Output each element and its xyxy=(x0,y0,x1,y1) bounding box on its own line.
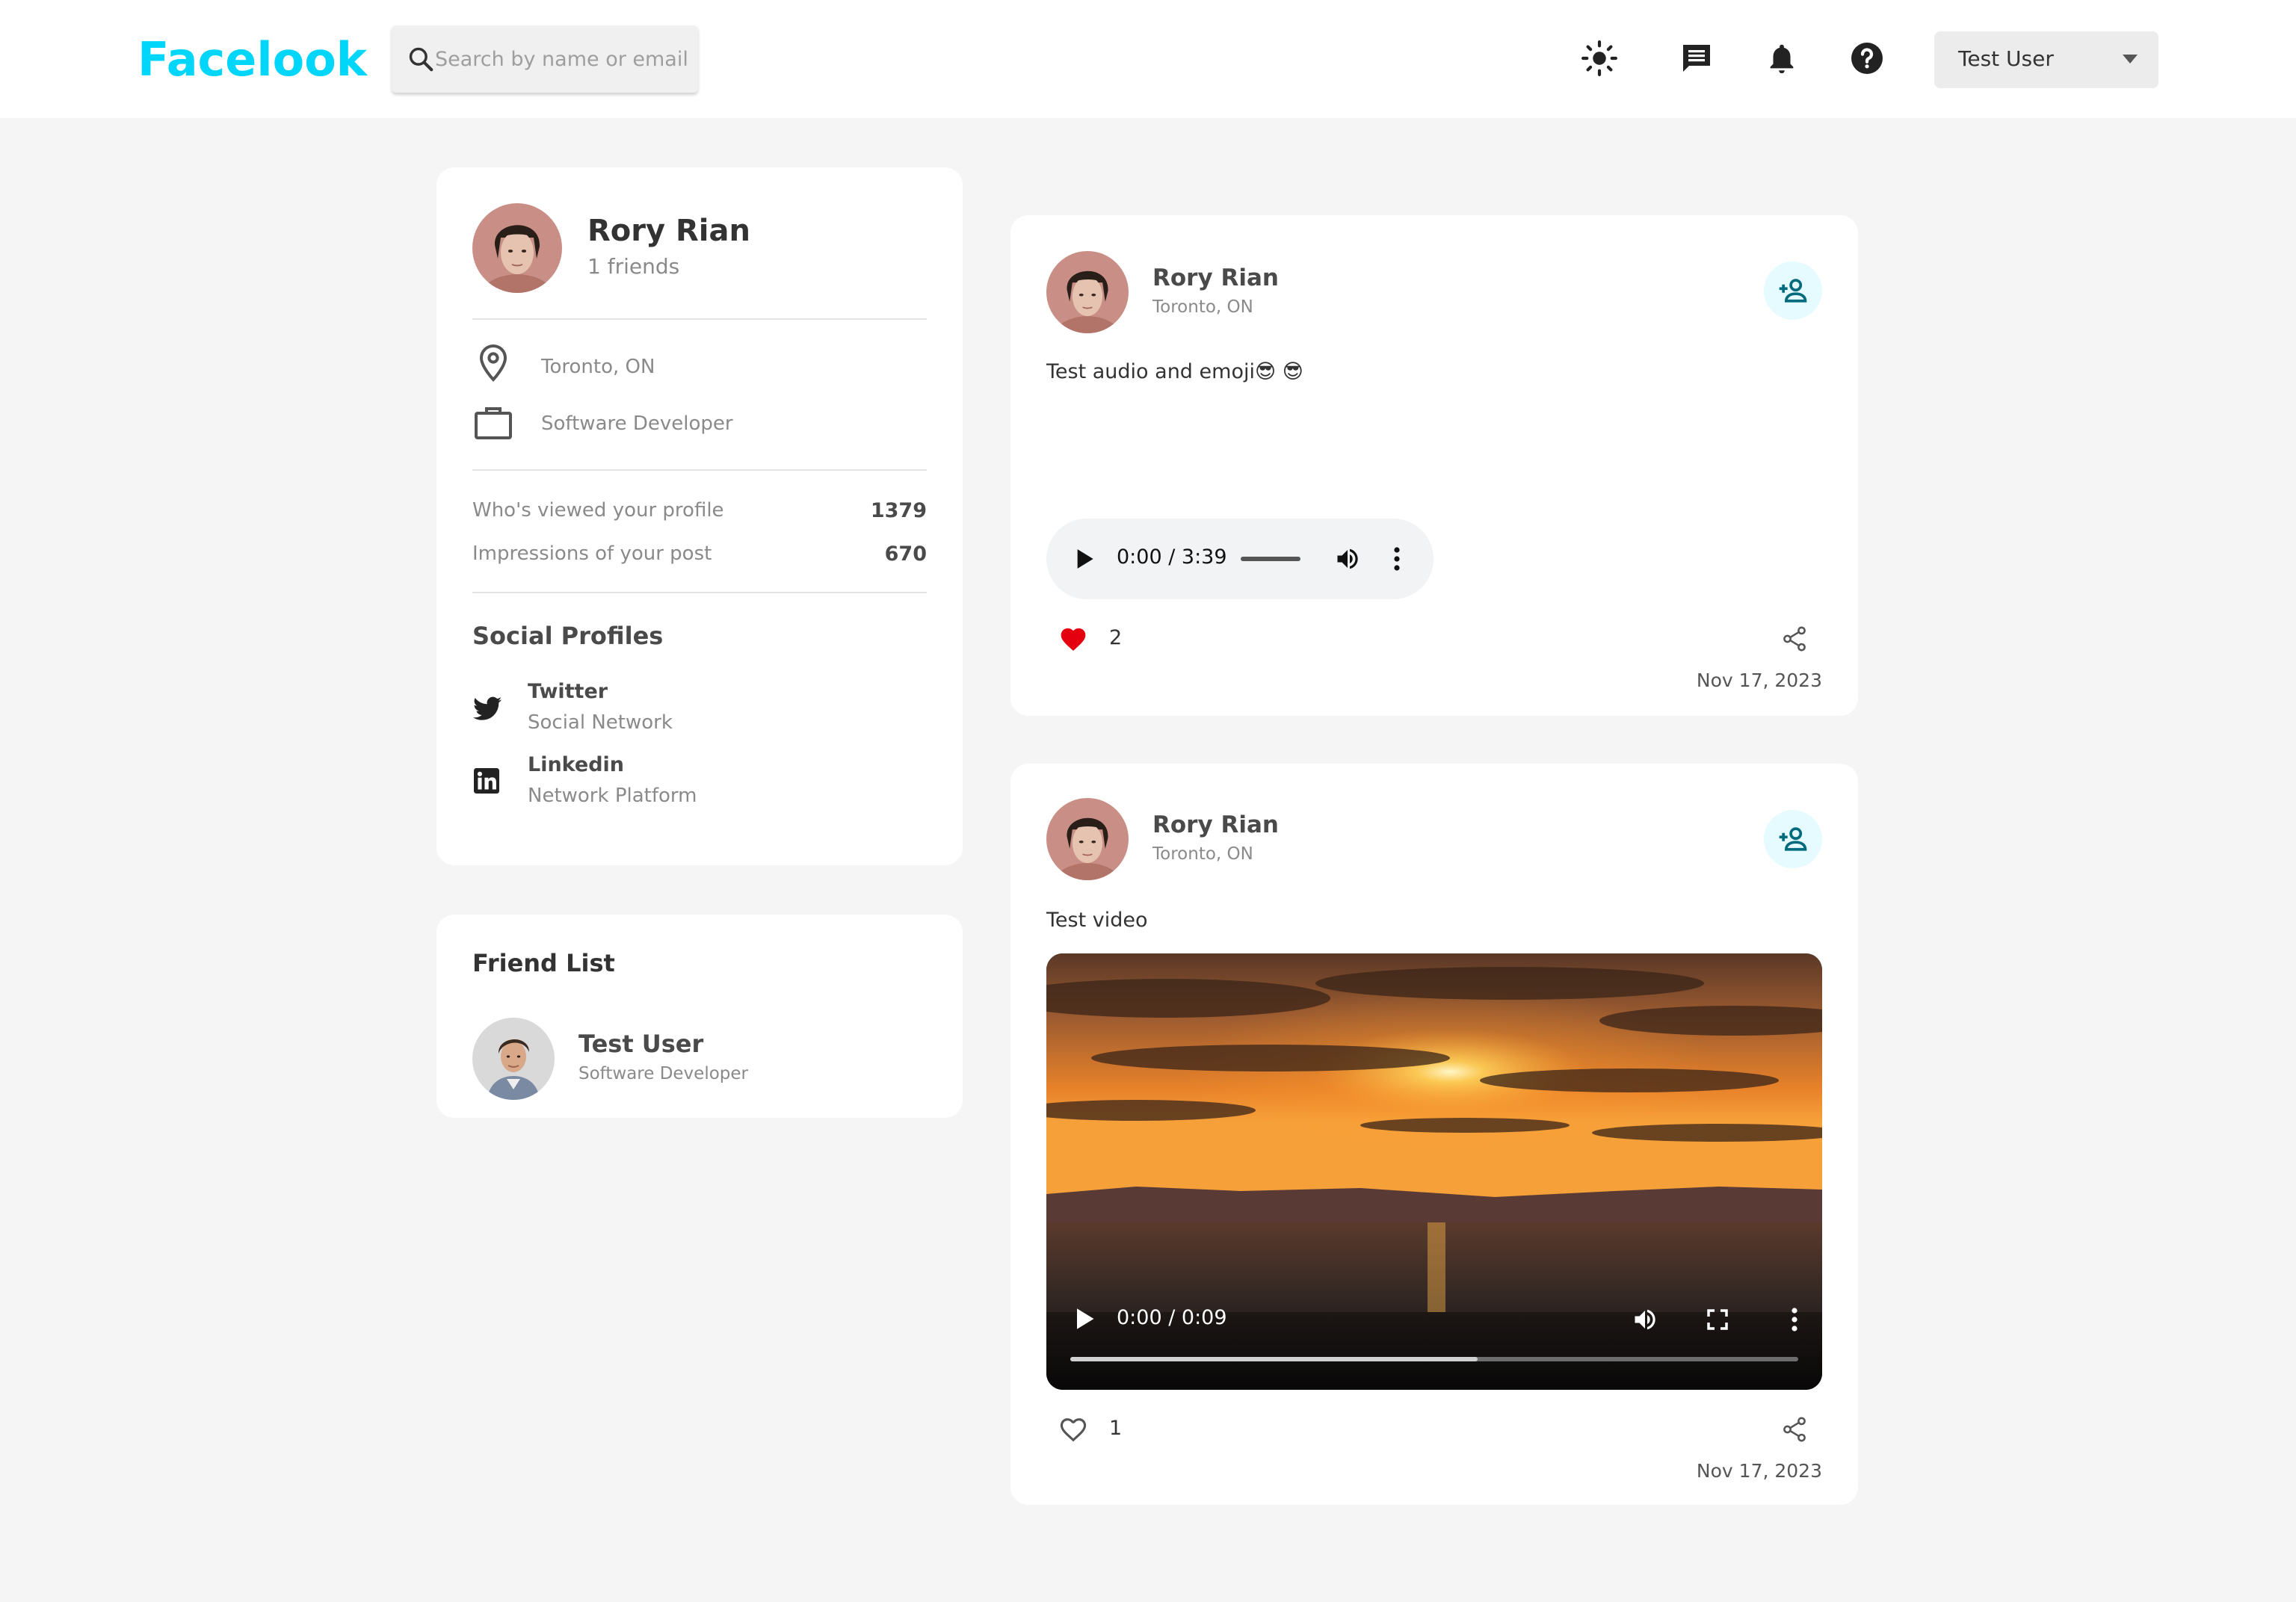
social-linkedin-desc: Network Platform xyxy=(528,785,697,807)
profile-card: Rory Rian 1 friends Toronto, ON Software… xyxy=(436,167,963,865)
video-player[interactable]: 0:00 / 0:09 xyxy=(1046,953,1822,1390)
post-date: Nov 17, 2023 xyxy=(1696,669,1822,691)
audio-time: 0:00 / 3:39 xyxy=(1117,545,1227,569)
post-text: Test video xyxy=(1046,909,1148,932)
more-options-icon[interactable] xyxy=(1791,1308,1798,1332)
notification-bell-icon[interactable] xyxy=(1759,36,1804,81)
friend-list-title: Friend List xyxy=(472,949,615,977)
profile-avatar[interactable] xyxy=(472,203,562,293)
heart-filled-icon[interactable] xyxy=(1058,625,1088,652)
play-icon[interactable] xyxy=(1075,548,1094,569)
post-card: Rory Rian Toronto, ON Test video 0:00 / … xyxy=(1010,764,1858,1505)
video-progress-track[interactable] xyxy=(1070,1357,1798,1361)
audio-player[interactable]: 0:00 / 3:39 xyxy=(1046,519,1434,599)
add-friend-button[interactable] xyxy=(1764,810,1822,868)
location-icon xyxy=(478,344,508,386)
volume-icon[interactable] xyxy=(1631,1306,1659,1333)
divider xyxy=(472,318,927,320)
social-profiles-title: Social Profiles xyxy=(472,622,664,650)
twitter-icon[interactable] xyxy=(472,696,502,725)
social-twitter-name[interactable]: Twitter xyxy=(528,680,608,703)
friend-list-card: Friend List Test User Software Developer xyxy=(436,915,963,1118)
stat-value-profile-views: 1379 xyxy=(870,499,927,522)
post-author-name[interactable]: Rory Rian xyxy=(1152,811,1279,838)
light-mode-icon[interactable] xyxy=(1577,36,1622,81)
search-input[interactable] xyxy=(435,25,689,93)
profile-friends-count: 1 friends xyxy=(587,254,680,279)
linkedin-icon[interactable] xyxy=(474,768,499,797)
post-author-name[interactable]: Rory Rian xyxy=(1152,265,1279,291)
share-icon[interactable] xyxy=(1780,1415,1809,1444)
user-select-dropdown[interactable]: Test User xyxy=(1934,31,2158,88)
audio-progress-track[interactable] xyxy=(1241,557,1300,561)
stat-label-profile-views: Who's viewed your profile xyxy=(472,499,724,522)
profile-location: Toronto, ON xyxy=(541,356,655,378)
person-add-icon xyxy=(1779,279,1807,303)
post-author-location: Toronto, ON xyxy=(1152,844,1253,864)
like-count: 1 xyxy=(1109,1417,1123,1440)
person-add-icon xyxy=(1779,827,1807,851)
friend-name[interactable]: Test User xyxy=(578,1030,703,1058)
heart-outline-icon[interactable] xyxy=(1058,1415,1088,1442)
social-linkedin-name[interactable]: Linkedin xyxy=(528,753,624,776)
work-briefcase-icon xyxy=(474,403,513,444)
divider xyxy=(472,469,927,471)
profile-name[interactable]: Rory Rian xyxy=(587,214,750,248)
friend-avatar[interactable] xyxy=(472,1018,555,1100)
post-text: Test audio and emoji😎 😎 xyxy=(1046,360,1303,383)
like-count: 2 xyxy=(1109,626,1123,649)
post-date: Nov 17, 2023 xyxy=(1696,1460,1822,1482)
profile-occupation: Software Developer xyxy=(541,412,733,435)
search-icon xyxy=(409,47,433,72)
message-icon[interactable] xyxy=(1674,36,1719,81)
post-author-avatar[interactable] xyxy=(1046,798,1129,880)
video-buffered-bar xyxy=(1070,1357,1478,1361)
app-logo[interactable]: Facelook xyxy=(138,30,367,90)
fullscreen-icon[interactable] xyxy=(1706,1308,1729,1332)
more-options-icon[interactable] xyxy=(1393,547,1401,571)
stat-label-post-impressions: Impressions of your post xyxy=(472,542,712,565)
stat-value-post-impressions: 670 xyxy=(884,542,927,566)
add-friend-button[interactable] xyxy=(1764,262,1822,320)
caret-down-icon xyxy=(2123,55,2138,64)
share-icon[interactable] xyxy=(1780,625,1809,653)
post-card: Rory Rian Toronto, ON Test audio and emo… xyxy=(1010,215,1858,716)
social-twitter-desc: Social Network xyxy=(528,711,673,734)
user-select-value: Test User xyxy=(1958,46,2054,71)
volume-icon[interactable] xyxy=(1333,545,1362,572)
play-icon[interactable] xyxy=(1075,1308,1094,1330)
help-icon[interactable] xyxy=(1845,36,1889,81)
friend-occupation: Software Developer xyxy=(578,1064,748,1083)
search-box[interactable] xyxy=(392,25,698,93)
divider xyxy=(472,592,927,593)
post-author-location: Toronto, ON xyxy=(1152,297,1253,317)
video-time: 0:00 / 0:09 xyxy=(1117,1306,1227,1329)
post-author-avatar[interactable] xyxy=(1046,251,1129,333)
top-navbar: Facelook Test User xyxy=(0,0,2296,118)
